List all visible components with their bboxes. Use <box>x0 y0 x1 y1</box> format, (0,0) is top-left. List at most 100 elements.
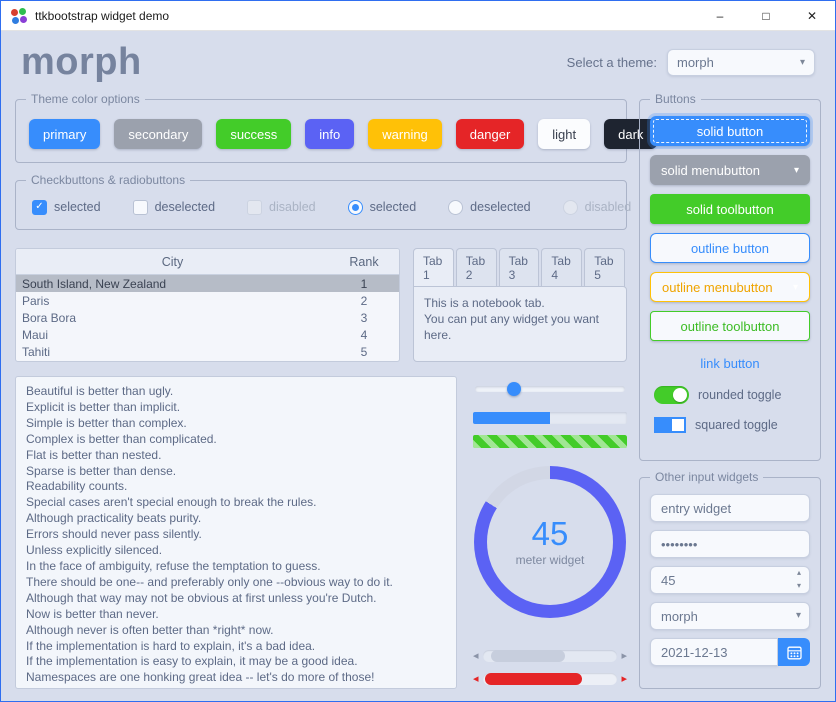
warning-button[interactable]: warning <box>368 119 442 149</box>
minimize-button[interactable]: – <box>697 1 743 30</box>
danger-button[interactable]: danger <box>456 119 524 149</box>
theme-select-label: Select a theme: <box>567 55 657 70</box>
tab-2[interactable]: Tab 2 <box>456 248 497 287</box>
spinbox-wrap: ▴ ▾ <box>650 566 810 594</box>
password-wrap <box>650 530 810 558</box>
combobox-wrap: ▾ <box>650 602 810 630</box>
password-input[interactable] <box>650 530 810 558</box>
notebook-tabs: Tab 1 Tab 2 Tab 3 Tab 4 Tab 5 <box>413 248 627 287</box>
primary-button[interactable]: primary <box>29 119 100 149</box>
buttons-frame: Buttons solid button solid menubutton ▾ … <box>639 99 821 461</box>
scroll-right-arrow-icon[interactable]: ▸ <box>621 651 627 662</box>
table-row[interactable]: Maui 4 <box>16 326 399 343</box>
entry-input[interactable] <box>650 494 810 522</box>
solid-menubutton-label: solid menubutton <box>661 163 760 178</box>
danger-scroll-left-arrow-icon[interactable]: ◂ <box>473 674 479 685</box>
window-title: ttkbootstrap widget demo <box>35 9 169 23</box>
meter-widget[interactable]: 45 meter widget <box>474 466 626 618</box>
outline-menubutton-label: outline menubutton <box>662 280 773 295</box>
checkbox-disabled: disabled <box>247 200 316 215</box>
danger-scroll-right-arrow-icon[interactable]: ▸ <box>621 674 627 685</box>
checkbox-deselected[interactable]: deselected <box>133 200 215 215</box>
tab-1[interactable]: Tab 1 <box>413 248 454 287</box>
maximize-button[interactable]: □ <box>743 1 789 30</box>
squared-toggle-label: squared toggle <box>695 418 778 432</box>
squared-toggle[interactable] <box>654 417 686 433</box>
radio-selected[interactable]: selected <box>348 200 417 215</box>
progressbar-solid <box>473 412 627 424</box>
scrollbar-thumb[interactable] <box>491 650 565 662</box>
tab-4[interactable]: Tab 4 <box>541 248 582 287</box>
scale-handle[interactable] <box>507 382 521 396</box>
radio-deselected[interactable]: deselected <box>448 200 530 215</box>
checkbox-label: selected <box>54 200 101 214</box>
cell-city: Paris <box>16 294 329 308</box>
spinbox-input[interactable] <box>650 566 810 594</box>
table-header: City Rank <box>16 249 399 275</box>
scale-slider[interactable] <box>475 382 625 396</box>
danger-scrollbar-thumb[interactable] <box>485 673 582 685</box>
page-title: morph <box>21 43 142 81</box>
checkbuttons-frame: Checkbuttons & radiobuttons ✓ selected d… <box>15 180 627 230</box>
city-table: City Rank South Island, New Zealand 1 Pa… <box>15 248 400 362</box>
checkbox-label: deselected <box>155 200 215 214</box>
danger-scrollbar-track[interactable] <box>483 673 618 685</box>
frame-title-theme-colors: Theme color options <box>26 92 145 106</box>
checkbox-selected[interactable]: ✓ selected <box>32 200 101 215</box>
header-cell-rank[interactable]: Rank <box>329 255 399 269</box>
chevron-down-icon: ▾ <box>800 57 805 68</box>
table-row[interactable]: Paris 2 <box>16 292 399 309</box>
solid-menubutton[interactable]: solid menubutton ▾ <box>650 155 810 185</box>
zen-text-widget[interactable]: Beautiful is better than ugly. Explicit … <box>15 376 457 689</box>
secondary-button[interactable]: secondary <box>114 119 202 149</box>
outline-menubutton[interactable]: outline menubutton ▾ <box>650 272 810 302</box>
table-row[interactable]: Bora Bora 3 <box>16 309 399 326</box>
combobox-input[interactable] <box>650 602 810 630</box>
notebook-text-line: This is a notebook tab. <box>424 295 616 311</box>
cell-city: Tahiti <box>16 345 329 359</box>
frame-title-buttons: Buttons <box>650 92 701 106</box>
progressbar-striped-fill <box>473 435 627 448</box>
text-line: Simple is better than complex. <box>26 416 446 432</box>
text-line: Unless explicitly silenced. <box>26 543 446 559</box>
theme-combobox[interactable]: morph ▾ <box>667 49 815 76</box>
chevron-down-icon[interactable]: ▾ <box>796 610 801 621</box>
window-controls: – □ ✕ <box>697 1 835 30</box>
text-line: If the implementation is hard to explain… <box>26 639 446 655</box>
spinbox-up-icon[interactable]: ▴ <box>797 569 801 577</box>
header-cell-city[interactable]: City <box>16 255 329 269</box>
text-line: Errors should never pass silently. <box>26 527 446 543</box>
text-line: There should be one-- and preferably onl… <box>26 575 446 591</box>
rounded-toggle[interactable] <box>654 386 689 404</box>
link-button[interactable]: link button <box>650 355 810 372</box>
notebook-panel: This is a notebook tab. You can put any … <box>413 286 627 362</box>
outline-toolbutton[interactable]: outline toolbutton <box>650 311 810 341</box>
header-row: morph Select a theme: morph ▾ <box>15 35 821 99</box>
cell-rank: 5 <box>329 345 399 359</box>
info-button[interactable]: info <box>305 119 354 149</box>
text-meter-row: Beautiful is better than ugly. Explicit … <box>15 376 627 689</box>
scrollbar-track[interactable] <box>483 650 618 662</box>
scale-track[interactable] <box>475 386 625 392</box>
light-button[interactable]: light <box>538 119 590 149</box>
table-row[interactable]: Tahiti 5 <box>16 343 399 360</box>
date-input[interactable] <box>650 638 778 666</box>
text-line: Namespaces are one honking great idea --… <box>26 670 446 686</box>
text-line: Although that way may not be obvious at … <box>26 591 446 607</box>
date-picker-button[interactable] <box>778 638 810 666</box>
date-entry <box>650 638 810 666</box>
close-button[interactable]: ✕ <box>789 1 835 30</box>
main-content: morph Select a theme: morph ▾ Theme colo… <box>1 31 835 701</box>
table-row[interactable]: South Island, New Zealand 1 <box>16 275 399 292</box>
left-column: Theme color options primary secondary su… <box>15 99 627 689</box>
squared-toggle-row: squared toggle <box>654 417 810 433</box>
tab-3[interactable]: Tab 3 <box>499 248 540 287</box>
tab-5[interactable]: Tab 5 <box>584 248 625 287</box>
solid-toolbutton[interactable]: solid toolbutton <box>650 194 810 224</box>
outline-button[interactable]: outline button <box>650 233 810 263</box>
success-button[interactable]: success <box>216 119 291 149</box>
scroll-left-arrow-icon[interactable]: ◂ <box>473 651 479 662</box>
solid-button[interactable]: solid button <box>650 116 810 146</box>
app-icon <box>11 8 27 24</box>
spinbox-down-icon[interactable]: ▾ <box>797 582 801 590</box>
